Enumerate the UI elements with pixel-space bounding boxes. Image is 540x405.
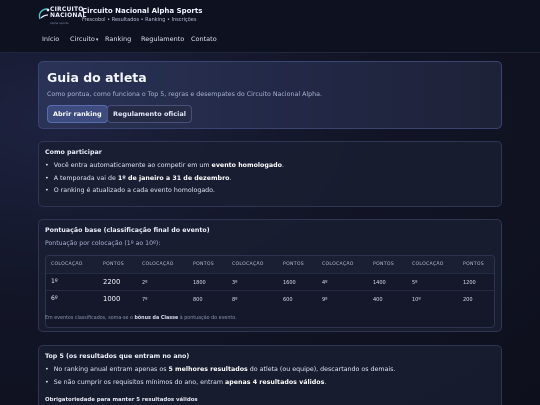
site-header: CIRCUITO NACIONAL alpha sports Circuito … [0,0,540,53]
table-cell: 400 [373,297,383,303]
official-rules-button[interactable]: Regulamento oficial [107,105,192,123]
table-row: 6º 1000 7º 800 8º 600 9º 400 10º 200 [46,290,494,307]
chevron-down-icon: ▾ [95,37,99,43]
table-cell: 1000 [103,295,121,303]
column-header: PONTOS [103,262,124,267]
column-header: COLOCAÇÃO [412,262,444,267]
table-cell: 1º [51,278,58,285]
table-cell: 600 [283,297,293,303]
column-header: COLOCAÇÃO [232,262,264,267]
brand[interactable]: CIRCUITO NACIONAL alpha sports Circuito … [38,7,202,25]
table-cell: 6º [51,295,58,302]
nav-ranking[interactable]: Ranking [105,35,141,43]
top5-list: No ranking anual entram apenas os 5 melh… [45,366,396,392]
table-cell: 2º [142,280,148,286]
brand-text: Circuito Nacional Alpha Sports Frescobol… [82,7,202,23]
table-cell: 5º [412,280,418,286]
table-row: 1º 2200 2º 1800 3º 1600 4º 1400 5º 1200 [46,273,494,290]
logo-tagline: alpha sports [50,21,69,25]
bonus-note: Em eventos classificados, soma-se o bônu… [45,316,237,321]
obrigatoriedade-heading: Obrigatoriedade para manter 5 resultados… [45,397,198,403]
como-participar-list: Você entra automaticamente ao competir e… [45,162,284,200]
column-header: PONTOS [463,262,484,267]
site-title: Circuito Nacional Alpha Sports [82,7,203,15]
column-header: COLOCAÇÃO [51,262,83,267]
site-subtitle: Frescobol • Resultados • Ranking • Inscr… [82,17,197,23]
page-description: Como pontua, como funciona o Top 5, regr… [47,91,322,98]
table-cell: 1600 [283,280,296,286]
column-header: COLOCAÇÃO [142,262,174,267]
hero-card: Guia do atleta Como pontua, como funcion… [38,61,502,129]
nav-circuito-label: Circuito [70,35,95,43]
table-cell: 10º [412,297,421,303]
pontuacao-card: Pontuação base (classificação final do e… [38,219,502,332]
column-header: COLOCAÇÃO [322,262,354,267]
list-item: Você entra automaticamente ao competir e… [45,162,284,175]
table-cell: 1800 [193,280,206,286]
top5-title: Top 5 (os resultados que entram no ano) [45,353,190,360]
list-item: A temporada vai de 1º de janeiro a 31 de… [45,175,284,188]
como-participar-title: Como participar [45,149,102,156]
main-nav: Início Circuito▾ Ranking Regulamento Con… [42,35,217,43]
list-item: O ranking é atualizado a cada evento hom… [45,187,284,200]
column-header: PONTOS [193,262,214,267]
table-cell: 8º [232,297,238,303]
table-cell: 4º [322,280,328,286]
pontuacao-title: Pontuação base (classificação final do e… [45,227,210,234]
page-title: Guia do atleta [47,70,147,85]
nav-circuito[interactable]: Circuito▾ [70,35,105,43]
column-header: PONTOS [283,262,304,267]
column-header: PONTOS [373,262,394,267]
table-cell: 200 [463,297,473,303]
table-cell: 7º [142,297,148,303]
table-cell: 3º [232,280,238,286]
table-cell: 1200 [463,280,476,286]
open-ranking-button[interactable]: Abrir ranking [47,105,108,123]
table-cell: 2200 [103,278,121,286]
nav-contato[interactable]: Contato [191,35,217,43]
nav-inicio[interactable]: Início [42,35,70,43]
table-cell: 1400 [373,280,386,286]
logo-mark-icon [38,8,50,20]
table-cell: 9º [322,297,328,303]
top5-card: Top 5 (os resultados que entram no ano) … [38,345,502,405]
nav-regulamento[interactable]: Regulamento [141,35,191,43]
table-cell: 800 [193,297,203,303]
como-participar-card: Como participar Você entra automaticamen… [38,141,502,207]
circuito-logo[interactable]: CIRCUITO NACIONAL alpha sports [38,7,88,25]
list-item: Se não cumprir os requisitos mínimos do … [45,379,395,392]
pontuacao-subtitle: Pontuação por colocação (1º ao 10º): [45,240,161,247]
table-header: COLOCAÇÃO PONTOS COLOCAÇÃO PONTOS COLOCA… [46,256,494,273]
list-item: No ranking anual entram apenas os 5 melh… [45,366,396,379]
